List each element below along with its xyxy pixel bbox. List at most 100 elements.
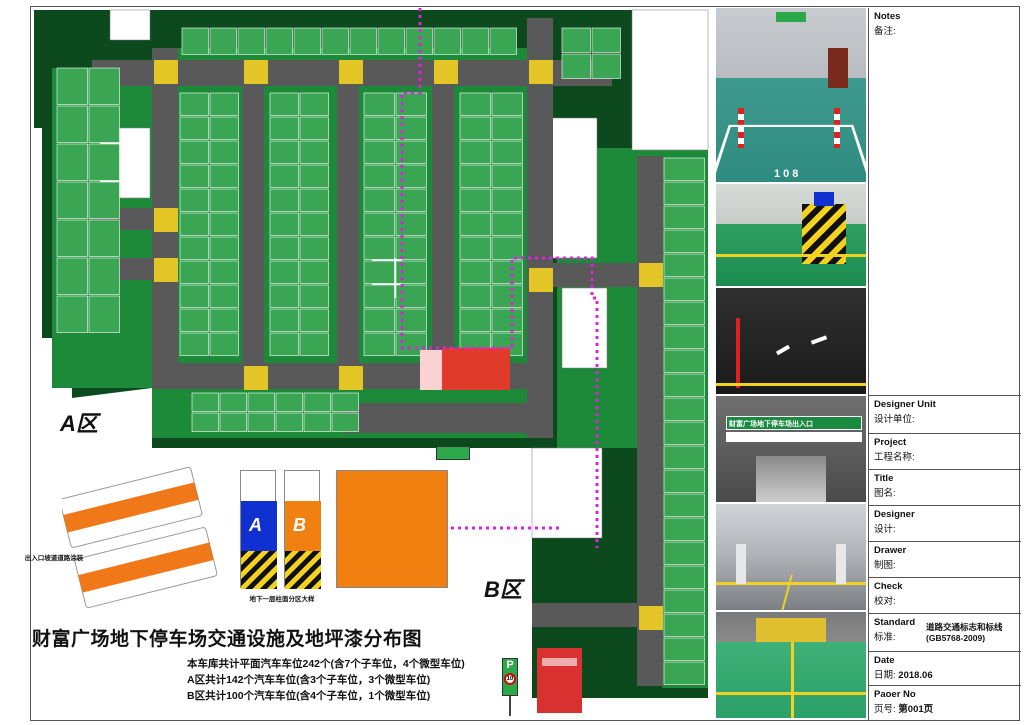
drawing-main-title: 财富广场地下停车场交通设施及地坪漆分布图 xyxy=(32,629,423,650)
parking-stall xyxy=(56,181,88,219)
parking-stall xyxy=(299,284,329,308)
parking-stall xyxy=(663,445,705,469)
parking-stall xyxy=(663,517,705,541)
parking-stall xyxy=(459,92,491,116)
parking-stall xyxy=(209,116,239,140)
project-label-cn: 工程名称: xyxy=(874,452,915,463)
parking-stall xyxy=(363,284,395,308)
date-cell: Date 日期: 2018.06 xyxy=(869,652,1021,686)
parking-stall xyxy=(491,284,523,308)
parking-stall xyxy=(459,284,491,308)
parking-stall xyxy=(363,116,395,140)
parking-stall xyxy=(269,188,299,212)
parking-stall xyxy=(299,164,329,188)
parking-stall xyxy=(331,392,359,412)
parking-stall xyxy=(209,332,239,356)
parking-stall xyxy=(491,92,523,116)
direction-sign xyxy=(436,446,470,460)
parking-sign-letter: P xyxy=(506,659,514,671)
parking-stall xyxy=(179,140,209,164)
parking-stall xyxy=(489,27,517,55)
junction-box xyxy=(529,60,553,84)
designer-unit-cell: Designer Unit 设计单位: xyxy=(869,396,1021,434)
page-value: 第001页 xyxy=(898,704,934,715)
drawer-cell: Drawer 制图: xyxy=(869,542,1021,578)
parking-sign: P 10 xyxy=(502,658,518,696)
parking-stall xyxy=(663,493,705,517)
parking-stall xyxy=(363,332,395,356)
orange-floor-sample xyxy=(336,470,448,588)
designer-label-en: Designer xyxy=(874,509,915,520)
parking-stall xyxy=(299,212,329,236)
parking-stall xyxy=(663,565,705,589)
parking-stall xyxy=(88,295,120,333)
parking-stall xyxy=(459,116,491,140)
parking-stall xyxy=(179,164,209,188)
parking-stall xyxy=(209,260,239,284)
parking-stall xyxy=(459,140,491,164)
parking-stall xyxy=(219,392,247,412)
junction-box xyxy=(339,366,363,390)
parking-stall xyxy=(269,92,299,116)
parking-stall xyxy=(56,295,88,333)
parking-stall xyxy=(179,332,209,356)
parking-stall xyxy=(88,219,120,257)
parking-stall xyxy=(491,260,523,284)
date-label-cn: 日期: xyxy=(874,670,896,681)
entrance-caption: 出入口坡道道路涂装 xyxy=(24,555,84,562)
stat-zone-b: B区共计100个汽车车位(含4个子车位，1个微型车位) xyxy=(187,690,431,702)
title-label-en: Title xyxy=(874,473,894,484)
parking-stall xyxy=(561,27,591,53)
photo-green-floor xyxy=(716,612,866,720)
junction-box xyxy=(244,60,268,84)
junction-box xyxy=(529,268,553,292)
notes-cell: Notes 备注: xyxy=(869,8,1021,396)
parking-stall xyxy=(299,332,329,356)
ramp-zone xyxy=(442,348,510,390)
parking-stall xyxy=(491,308,523,332)
parking-stall xyxy=(191,392,219,412)
parking-stall xyxy=(321,27,349,55)
page-row: 页号: 第001页 xyxy=(874,701,1016,715)
parking-stall xyxy=(663,253,705,277)
parking-stall xyxy=(299,116,329,140)
parking-stall xyxy=(363,140,395,164)
parking-stall xyxy=(303,392,331,412)
reference-photos: 108 财富广场地下停车场出入口 xyxy=(716,8,866,720)
parking-stall xyxy=(303,412,331,432)
designer-unit-label-cn: 设计单位: xyxy=(874,414,915,425)
designer-unit-label-en: Designer Unit xyxy=(874,399,936,410)
parking-stall xyxy=(491,164,523,188)
check-cell: Check 校对: xyxy=(869,578,1021,614)
parking-stall xyxy=(591,27,621,53)
parking-stall xyxy=(209,27,237,55)
parking-stall xyxy=(88,143,120,181)
column-a: A xyxy=(240,470,277,589)
parking-stall xyxy=(269,308,299,332)
junction-box xyxy=(639,606,663,630)
title-label-cn: 图名: xyxy=(874,488,896,499)
parking-stall xyxy=(179,188,209,212)
parking-stall xyxy=(275,412,303,432)
parking-stall xyxy=(663,373,705,397)
parking-stall xyxy=(209,188,239,212)
parking-stall xyxy=(459,260,491,284)
parking-stall xyxy=(363,164,395,188)
parking-stall xyxy=(179,236,209,260)
parking-stall xyxy=(299,92,329,116)
parking-stall xyxy=(459,164,491,188)
parking-stall xyxy=(459,308,491,332)
check-label-en: Check xyxy=(874,581,903,592)
parking-stall xyxy=(179,260,209,284)
parking-stall xyxy=(269,260,299,284)
page-cell: Paoer No 页号: 第001页 xyxy=(869,686,1021,720)
parking-stall xyxy=(209,212,239,236)
entrance-ramp-graphics: »»»»» xyxy=(62,466,218,608)
parking-stall xyxy=(663,277,705,301)
parking-stall xyxy=(269,332,299,356)
parking-stall xyxy=(209,236,239,260)
parking-stall xyxy=(299,140,329,164)
zone-a-label: A区 xyxy=(60,411,98,436)
project-cell: Project 工程名称: xyxy=(869,434,1021,470)
parking-stall xyxy=(433,27,461,55)
